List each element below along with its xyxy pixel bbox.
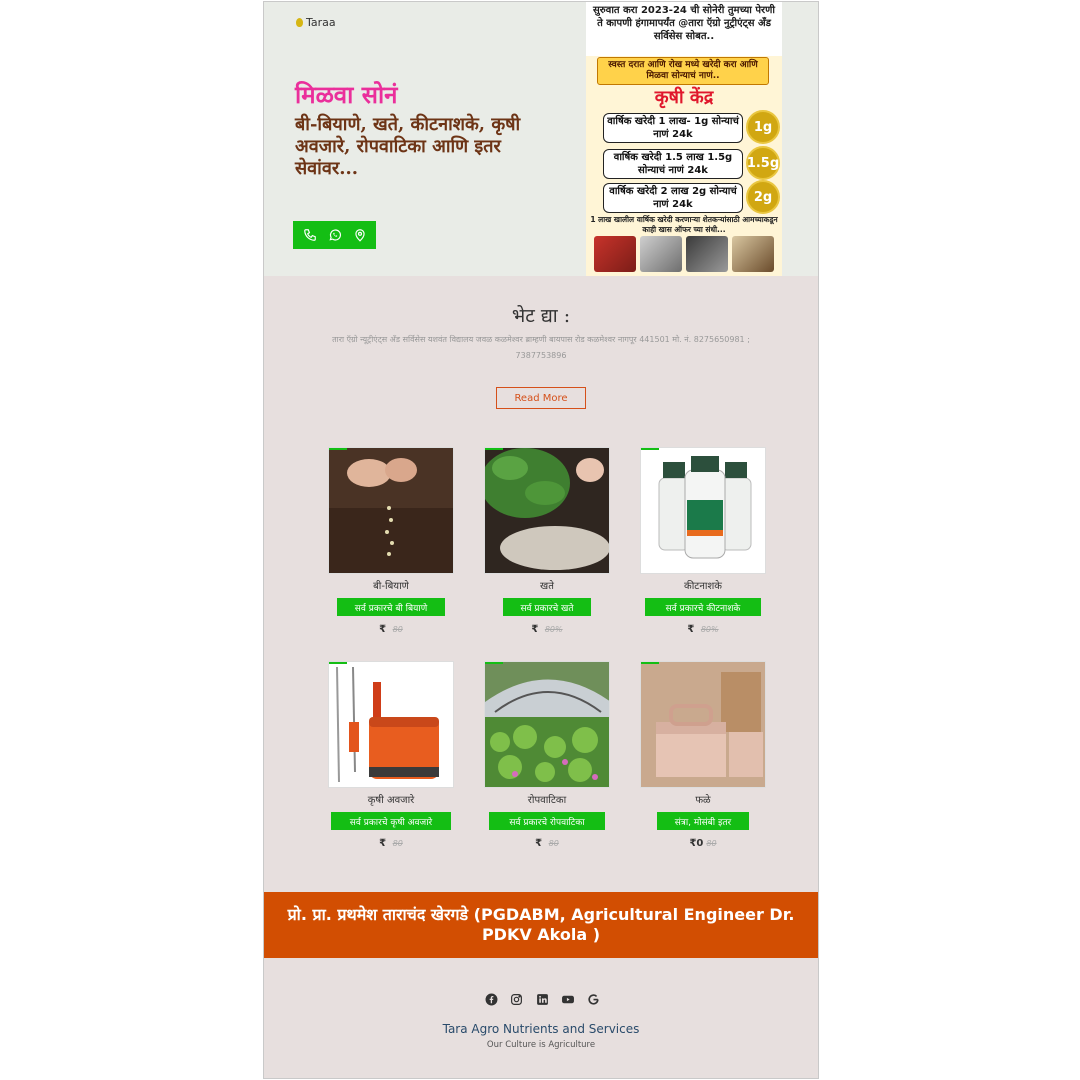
poster-top-text: सुरुवात करा 2023-24 ची सोनेरी तुमच्या पे… <box>586 2 782 56</box>
whatsapp-icon[interactable] <box>326 226 344 244</box>
poster-body: स्वस्त दरात आणि रोख मध्ये खरेदी करा आणि … <box>586 56 782 276</box>
address-text: तारा ऍग्रो न्यूट्रीएंट्स अँड सर्विसेस यश… <box>332 335 750 360</box>
poster-title: कृषी केंद्र <box>654 87 714 108</box>
appliance-product-image <box>686 236 728 272</box>
product-price: ₹ 80% <box>640 624 766 635</box>
google-icon[interactable] <box>586 992 600 1006</box>
currency-symbol: ₹ <box>687 624 695 635</box>
linkedin-icon[interactable] <box>535 992 549 1006</box>
cookware-product-image <box>732 236 774 272</box>
seeds-image[interactable] <box>328 447 454 574</box>
offer-box: वार्षिक खरेदी 1 लाख- 1g सोन्याचं नाणं 24… <box>603 113 743 143</box>
old-price: 80% <box>544 625 563 634</box>
product-tag-button[interactable]: सर्व प्रकारचे बी बियाणे <box>337 598 445 616</box>
nursery-image[interactable] <box>484 661 610 788</box>
proprietor-band: प्रो. प्रा. प्रथमेश ताराचंद खेरगडे (PGDA… <box>264 892 818 958</box>
old-price: 80 <box>706 839 717 848</box>
leaf-icon <box>296 18 303 27</box>
product-price: ₹ 80 <box>484 838 610 849</box>
promo-poster[interactable]: सुरुवात करा 2023-24 ची सोनेरी तुमच्या पे… <box>586 2 782 276</box>
product-name: कीटनाशके <box>684 581 722 592</box>
location-pin-icon[interactable] <box>351 226 369 244</box>
product-card[interactable]: खते सर्व प्रकारचे खते ₹ 80% <box>484 447 610 635</box>
phone-icon[interactable] <box>301 226 319 244</box>
old-price: 80% <box>700 625 719 634</box>
product-card[interactable]: रोपवाटिका सर्व प्रकारचे रोपवाटिका ₹ 80 <box>484 661 610 849</box>
old-price: 80 <box>392 625 403 634</box>
poster-note: 1 लाख खालील वार्षिक खरेदी करणाऱ्या शेतकऱ… <box>590 215 778 234</box>
coin-badge: 1g <box>746 110 780 144</box>
currency-symbol: ₹ <box>531 624 539 635</box>
product-name: खते <box>540 581 554 592</box>
pesticide-image[interactable] <box>640 447 766 574</box>
hero-section: Taraa मिळवा सोनं बी-बियाणे, खते, कीटनाशक… <box>264 2 818 276</box>
hero-headline: मिळवा सोनं <box>295 80 398 109</box>
product-tag-button[interactable]: सर्व प्रकारचे कीटनाशके <box>645 598 761 616</box>
product-price: ₹ 80 <box>328 838 454 849</box>
company-name: Tara Agro Nutrients and Services <box>442 1022 640 1036</box>
fertilizer-image[interactable] <box>484 447 610 574</box>
price-value: 0 <box>696 838 704 849</box>
instagram-icon[interactable] <box>510 992 524 1006</box>
product-card[interactable]: बी-बियाणे सर्व प्रकारचे बी बियाणे ₹ 80 <box>328 447 454 635</box>
page: Taraa मिळवा सोनं बी-बियाणे, खते, कीटनाशक… <box>263 1 819 1079</box>
poster-banner: स्वस्त दरात आणि रोख मध्ये खरेदी करा आणि … <box>597 57 769 85</box>
product-tag-button[interactable]: सर्व प्रकारचे रोपवाटिका <box>489 812 605 830</box>
product-price: ₹ 80 <box>328 624 454 635</box>
fruit-box-image[interactable] <box>640 661 766 788</box>
logo-text: Taraa <box>306 16 336 29</box>
utensils-product-image <box>640 236 682 272</box>
gift-product-image <box>594 236 636 272</box>
currency-symbol: ₹ <box>379 838 387 849</box>
coin-badge: 2g <box>746 180 780 214</box>
product-name: फळे <box>695 795 711 806</box>
product-tag-button[interactable]: सर्व प्रकारचे कृषी अवजारे <box>331 812 451 830</box>
visit-title: भेट द्या : <box>511 305 571 327</box>
product-price: ₹ 80% <box>484 624 610 635</box>
read-more-button[interactable]: Read More <box>496 387 586 409</box>
product-tag-button[interactable]: संत्रा, मोसंबी इतर <box>657 812 749 830</box>
product-name: कृषी अवजारे <box>367 795 415 806</box>
product-card[interactable]: कीटनाशके सर्व प्रकारचे कीटनाशके ₹ 80% <box>640 447 766 635</box>
currency-symbol: ₹ <box>535 838 543 849</box>
social-links <box>484 992 600 1006</box>
product-price: ₹0 80 <box>640 838 766 849</box>
product-card[interactable]: कृषी अवजारे सर्व प्रकारचे कृषी अवजारे ₹ … <box>328 661 454 849</box>
coin-badge: 1.5g <box>746 146 780 180</box>
facebook-icon[interactable] <box>484 992 498 1006</box>
poster-products-strip <box>594 236 774 274</box>
contact-bar <box>293 221 376 249</box>
hero-subheadline: बी-बियाणे, खते, कीटनाशके, कृषी अवजारे, र… <box>295 114 521 179</box>
product-name: बी-बियाणे <box>373 581 409 592</box>
offer-box: वार्षिक खरेदी 2 लाख 2g सोन्याचं नाणं 24k <box>603 183 743 213</box>
youtube-icon[interactable] <box>561 992 575 1006</box>
brand-logo[interactable]: Taraa <box>296 16 336 29</box>
old-price: 80 <box>392 839 403 848</box>
old-price: 80 <box>548 839 559 848</box>
sprayer-image[interactable] <box>328 661 454 788</box>
product-name: रोपवाटिका <box>527 795 567 806</box>
offer-box: वार्षिक खरेदी 1.5 लाख 1.5g सोन्याचं नाणं… <box>603 149 743 179</box>
currency-symbol: ₹ <box>379 624 387 635</box>
product-card[interactable]: फळे संत्रा, मोसंबी इतर ₹0 80 <box>640 661 766 849</box>
product-tag-button[interactable]: सर्व प्रकारचे खते <box>503 598 591 616</box>
company-tagline: Our Culture is Agriculture <box>486 1040 596 1050</box>
